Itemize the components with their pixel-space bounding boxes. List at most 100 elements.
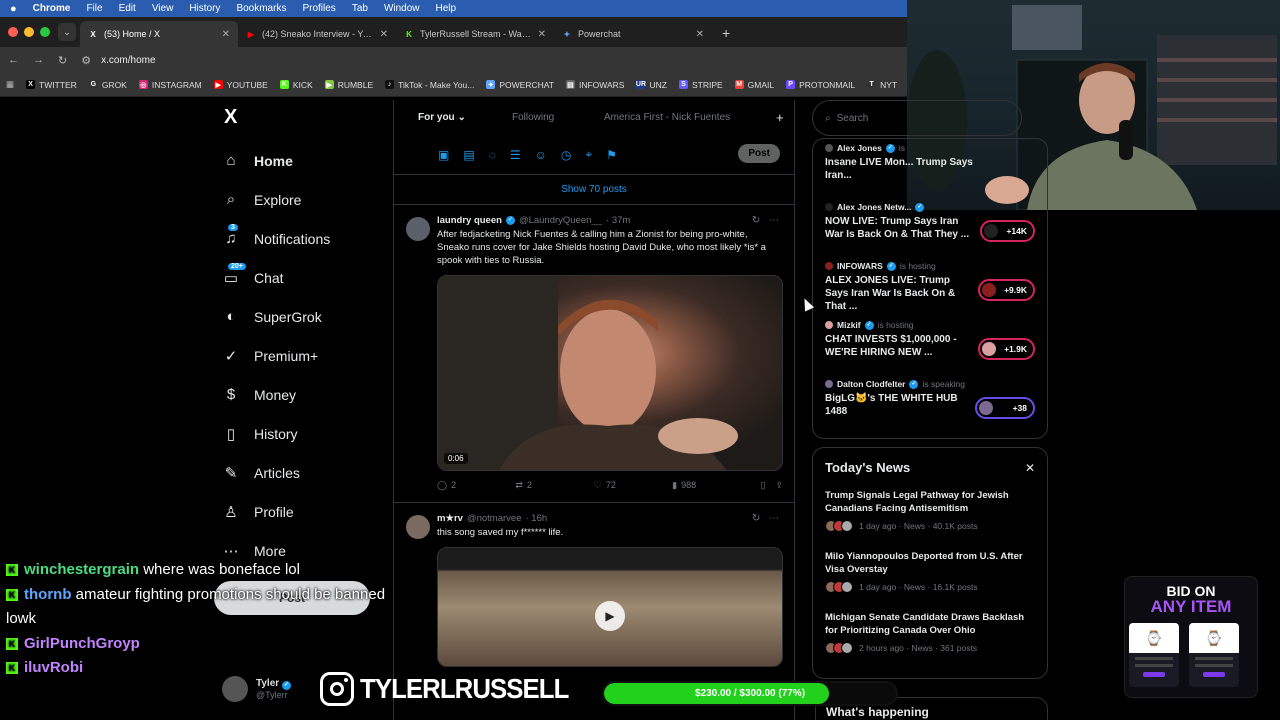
bookmark-6[interactable]: ♪ TikTok - Make You...: [385, 80, 474, 90]
tweet-handle[interactable]: @notmarvee: [467, 513, 522, 524]
url-field[interactable]: x.com/home: [101, 55, 155, 66]
new-tab-button[interactable]: +: [712, 25, 740, 47]
bookmark-9[interactable]: UR UNZ: [636, 80, 667, 90]
news-item[interactable]: Trump Signals Legal Pathway for Jewish C…: [825, 489, 1035, 532]
tweet-handle[interactable]: @LaundryQueen__: [519, 215, 602, 226]
menu-tab[interactable]: Tab: [352, 3, 368, 14]
search-input[interactable]: ⌕ Search: [812, 100, 1022, 136]
tab-2[interactable]: K TylerRussell Stream - Watch Live ✕: [396, 21, 554, 47]
compose-post-button[interactable]: Post: [738, 144, 780, 163]
close-window-button[interactable]: [8, 27, 18, 37]
tab-america-first[interactable]: America First - Nick Fuentes: [604, 112, 776, 123]
avatar[interactable]: [406, 515, 430, 539]
add-tab-button[interactable]: +: [776, 110, 784, 125]
tab-3[interactable]: ✦ Powerchat ✕: [554, 21, 712, 47]
share-button[interactable]: ⇪: [775, 480, 783, 491]
tweet[interactable]: laundry queen ✓ @LaundryQueen__ · 37m ↻ …: [394, 205, 794, 503]
bookmark-7[interactable]: ✦ POWERCHAT: [486, 80, 554, 90]
menu-window[interactable]: Window: [384, 3, 420, 14]
play-icon[interactable]: ▶: [595, 601, 625, 632]
tab-following[interactable]: Following: [512, 112, 604, 123]
tweet-menu-icon[interactable]: ↻ ⋯: [752, 513, 782, 524]
news-item[interactable]: Milo Yiannopoulos Deported from U.S. Aft…: [825, 550, 1035, 593]
space-host: Alex Jones: [837, 143, 882, 153]
minimize-window-button[interactable]: [24, 27, 34, 37]
sidebar-item-profile[interactable]: ♙ Profile: [214, 492, 389, 531]
bookmark-13[interactable]: T NYT: [867, 80, 897, 90]
live-space-item[interactable]: INFOWARS ✓ is hosting ALEX JONES LIVE: Trum…: [813, 257, 1047, 316]
tab-search-button[interactable]: ⌄: [58, 23, 76, 41]
tweet-author[interactable]: laundry queen: [437, 215, 502, 226]
sidebar-item-notifications[interactable]: ♫ 3 Notifications: [214, 219, 389, 258]
tweet-video[interactable]: ▶: [437, 547, 783, 667]
site-info-icon[interactable]: ⚙: [81, 54, 91, 67]
sidebar-item-articles[interactable]: ✎ Articles: [214, 453, 389, 492]
sidebar-item-premium[interactable]: ✓ Premium+: [214, 336, 389, 375]
news-item[interactable]: Michigan Senate Candidate Draws Backlash…: [825, 611, 1035, 654]
schedule-icon[interactable]: ◷: [561, 148, 571, 162]
tab-for-you[interactable]: For you ⌄: [418, 112, 512, 123]
menu-bookmarks[interactable]: Bookmarks: [236, 3, 286, 14]
bookmark-4[interactable]: K KICK: [279, 80, 313, 90]
x-logo-icon[interactable]: X: [224, 106, 389, 129]
forward-icon[interactable]: →: [33, 54, 44, 66]
close-tab-icon[interactable]: ✕: [696, 29, 704, 40]
maximize-window-button[interactable]: [40, 27, 50, 37]
like-button[interactable]: ♡ 72: [594, 480, 672, 491]
reply-button[interactable]: ◯ 2: [437, 480, 515, 491]
tweet-time[interactable]: · 37m: [606, 215, 630, 226]
bookmark-11[interactable]: M GMAIL: [734, 80, 774, 90]
bookmark-5[interactable]: ▶ RUMBLE: [324, 80, 373, 90]
tab-0[interactable]: X (53) Home / X ✕: [80, 21, 238, 47]
sidebar-item-supergrok[interactable]: ◐ SuperGrok: [214, 297, 389, 336]
menu-view[interactable]: View: [152, 3, 174, 14]
back-icon[interactable]: ←: [8, 54, 19, 66]
bookmark-button[interactable]: ▯: [761, 480, 766, 491]
avatar[interactable]: [406, 217, 430, 241]
live-space-item[interactable]: Alex Jones Netw... ✓ NOW LIVE: Trump Says …: [813, 198, 1047, 257]
tweet-author[interactable]: m★rv: [437, 513, 463, 524]
views-button[interactable]: ▮ 988: [672, 480, 750, 491]
sidebar-item-history[interactable]: ▯ History: [214, 414, 389, 453]
menu-edit[interactable]: Edit: [119, 3, 136, 14]
gif-icon[interactable]: ▤: [463, 148, 474, 162]
bookmark-8[interactable]: ▤ INFOWARS: [565, 80, 624, 90]
media-icon[interactable]: ▣: [438, 148, 449, 162]
bookmark-3[interactable]: ▶ YOUTUBE: [213, 80, 268, 90]
poll-icon[interactable]: ☰: [510, 148, 521, 162]
emoji-icon[interactable]: ☺: [535, 148, 547, 162]
menu-file[interactable]: File: [86, 3, 102, 14]
menu-help[interactable]: Help: [436, 3, 457, 14]
close-icon[interactable]: ✕: [1025, 461, 1035, 475]
reload-icon[interactable]: ↻: [58, 54, 67, 67]
location-icon[interactable]: ⌖: [585, 147, 592, 162]
tweet-time[interactable]: · 16h: [525, 513, 547, 524]
close-tab-icon[interactable]: ✕: [538, 29, 546, 40]
apple-icon[interactable]: ●: [10, 3, 17, 15]
menu-history[interactable]: History: [189, 3, 220, 14]
live-space-item[interactable]: Mizkif ✓ is hosting CHAT INVESTS $1,000,000…: [813, 316, 1047, 375]
show-posts-link[interactable]: Show 70 posts: [394, 175, 794, 205]
bookmark-2[interactable]: ◎ INSTAGRAM: [138, 80, 202, 90]
bookmark-12[interactable]: P PROTONMAIL: [786, 80, 855, 90]
repost-button[interactable]: ⇄ 2: [515, 480, 593, 491]
sidebar-item-explore[interactable]: ⌕ Explore: [214, 180, 389, 219]
menu-profiles[interactable]: Profiles: [302, 3, 335, 14]
apps-grid-icon[interactable]: ▦: [6, 79, 14, 90]
sidebar-item-home[interactable]: ⌂ Home: [214, 141, 389, 180]
live-space-item[interactable]: Dalton Clodfelter ✓ is speaking BigLG🐱's TH…: [813, 375, 1047, 434]
tweet-video[interactable]: 0:06: [437, 275, 783, 471]
close-tab-icon[interactable]: ✕: [222, 29, 230, 40]
tweet-menu-icon[interactable]: ↻ ⋯: [752, 215, 782, 226]
sidebar-item-chat[interactable]: ▭ 20+ Chat: [214, 258, 389, 297]
bookmark-10[interactable]: S STRIPE: [678, 80, 723, 90]
live-space-item[interactable]: Alex Jones ✓ is Insane LIVE Mon... Trump Sa…: [813, 139, 1047, 198]
tab-1[interactable]: ▶ (42) Sneako Interview - YouTube ✕: [238, 21, 396, 47]
close-tab-icon[interactable]: ✕: [380, 29, 388, 40]
bookmark-1[interactable]: G GROK: [88, 80, 127, 90]
flag-icon[interactable]: ⚑: [606, 148, 617, 162]
grok-icon[interactable]: ◌: [489, 148, 496, 162]
app-name[interactable]: Chrome: [33, 3, 71, 14]
bookmark-0[interactable]: X TWITTER: [26, 80, 77, 90]
sidebar-item-money[interactable]: $ Money: [214, 375, 389, 414]
